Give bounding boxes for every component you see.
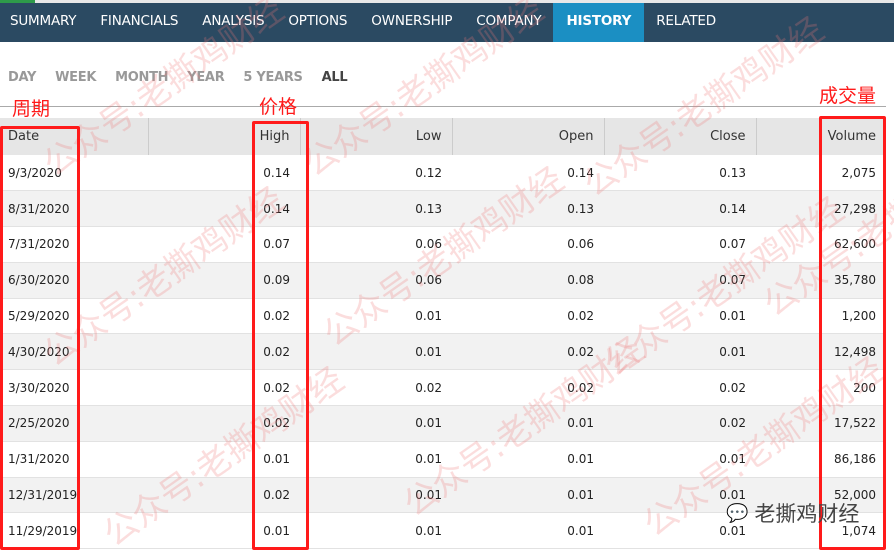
cell-open: 0.01: [452, 405, 604, 442]
cell-close: 0.02: [604, 369, 756, 407]
tab-options[interactable]: OPTIONS: [276, 3, 359, 42]
annotation-period: 周期: [12, 98, 51, 120]
period-month[interactable]: MONTH: [115, 70, 168, 85]
cell-close: 0.01: [604, 298, 756, 335]
cell-low: 0.13: [300, 190, 452, 228]
table-row: 1/31/2020 0.01 0.01 0.01 0.01 86,186: [0, 441, 886, 478]
cell-open: 0.01: [452, 441, 604, 478]
cell-close: 0.07: [604, 262, 756, 299]
nav-bar: SUMMARY FINANCIALS ANALYSIS OPTIONS OWNERSHI…: [0, 3, 894, 42]
cell-close: 0.01: [604, 441, 756, 478]
cell-low: 0.01: [300, 512, 452, 550]
cell-close: 0.13: [604, 155, 756, 192]
period-year[interactable]: YEAR: [187, 70, 224, 85]
column-header-low[interactable]: Low: [299, 118, 452, 155]
cell-open: 0.01: [452, 477, 604, 514]
tab-related[interactable]: RELATED: [644, 3, 728, 42]
cell-low: 0.01: [300, 333, 452, 371]
date-highlight-box: [0, 126, 80, 550]
cell-low: 0.01: [300, 405, 452, 442]
column-header-open[interactable]: Open: [451, 118, 604, 155]
table-row: 4/30/2020 0.02 0.01 0.02 0.01 12,498: [0, 333, 886, 371]
tab-company[interactable]: COMPANY: [464, 3, 553, 42]
cell-open: 0.02: [452, 298, 604, 335]
cell-open: 0.08: [452, 262, 604, 299]
cell-low: 0.12: [300, 155, 452, 192]
cell-low: 0.06: [300, 226, 452, 263]
table-row: 8/31/2020 0.14 0.13 0.13 0.14 27,298: [0, 190, 886, 228]
table-row: 6/30/2020 0.09 0.06 0.08 0.07 35,780: [0, 262, 886, 299]
table-row: 9/3/2020 0.14 0.12 0.14 0.13 2,075: [0, 155, 886, 192]
cell-close: 0.02: [604, 405, 756, 442]
cell-close: 0.07: [604, 226, 756, 263]
annotation-volume: 成交量: [819, 85, 877, 107]
divider: [0, 106, 886, 107]
table-row: 3/30/2020 0.02 0.02 0.02 0.02 200: [0, 369, 886, 407]
cell-low: 0.01: [300, 441, 452, 478]
cell-open: 0.01: [452, 512, 604, 550]
cell-low: 0.01: [300, 477, 452, 514]
annotation-price: 价格: [259, 96, 298, 118]
wechat-badge: 💬 老撕鸡财经: [726, 498, 859, 528]
table-row: 7/31/2020 0.07 0.06 0.06 0.07 62,600: [0, 226, 886, 263]
cell-low: 0.02: [300, 369, 452, 407]
cell-close: 0.01: [604, 333, 756, 371]
period-selector: DAY WEEK MONTH YEAR 5 YEARS ALL: [8, 70, 366, 85]
cell-open: 0.13: [452, 190, 604, 228]
period-day[interactable]: DAY: [8, 70, 36, 85]
wechat-icon: 💬: [726, 502, 749, 524]
period-5-years[interactable]: 5 YEARS: [243, 70, 303, 85]
price-highlight-box: [252, 121, 309, 550]
tab-ownership[interactable]: OWNERSHIP: [359, 3, 464, 42]
table-row: 2/25/2020 0.02 0.01 0.01 0.02 17,522: [0, 405, 886, 442]
tab-financials[interactable]: FINANCIALS: [88, 3, 190, 42]
cell-open: 0.14: [452, 155, 604, 192]
volume-highlight-box: [819, 116, 886, 550]
tab-summary[interactable]: SUMMARY: [0, 3, 88, 42]
badge-text: 老撕鸡财经: [754, 502, 860, 526]
cell-low: 0.01: [300, 298, 452, 335]
table-row: 5/29/2020 0.02 0.01 0.02 0.01 1,200: [0, 298, 886, 335]
period-all[interactable]: ALL: [322, 70, 348, 85]
tab-analysis[interactable]: ANALYSIS: [190, 3, 276, 42]
cell-open: 0.02: [452, 333, 604, 371]
cell-open: 0.02: [452, 369, 604, 407]
tab-history[interactable]: HISTORY: [553, 3, 645, 42]
cell-open: 0.06: [452, 226, 604, 263]
period-week[interactable]: WEEK: [55, 70, 96, 85]
cell-close: 0.14: [604, 190, 756, 228]
history-table: Date High Low Open Close Volume 9/3/2020 0.14 0…: [0, 118, 886, 550]
column-header-close[interactable]: Close: [603, 118, 756, 155]
cell-low: 0.06: [300, 262, 452, 299]
